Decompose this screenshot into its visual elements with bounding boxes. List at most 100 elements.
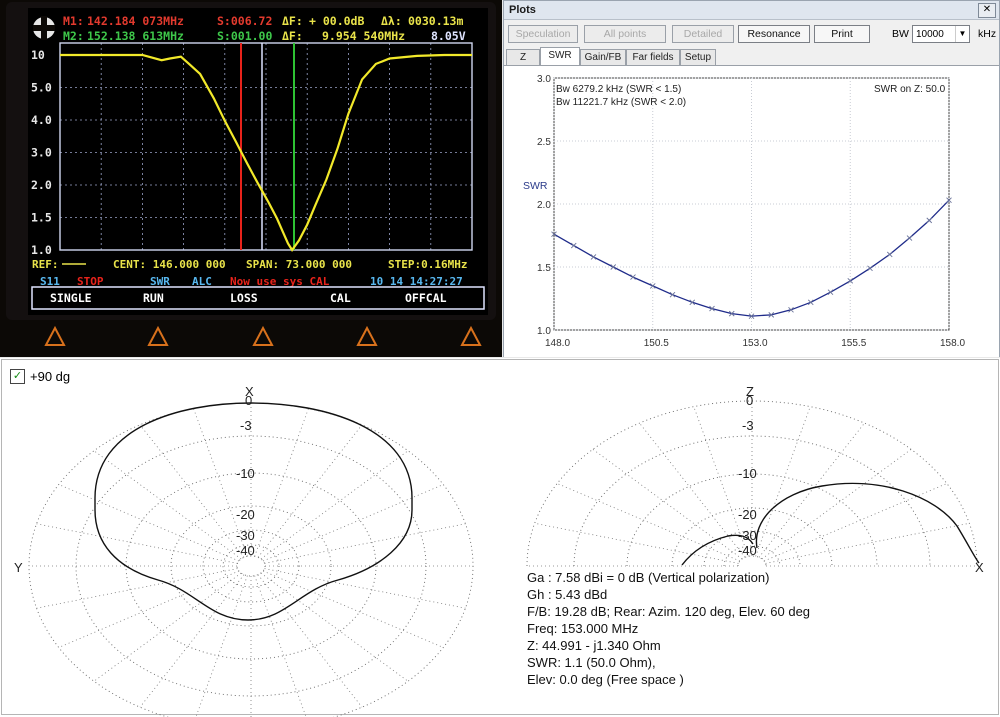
x-tick-label: 153.0 xyxy=(743,338,768,349)
center-frequency: CENT: 146.000 000 xyxy=(113,258,226,271)
swr-data-point xyxy=(649,283,656,289)
y-tick-label: 1.0 xyxy=(31,243,52,257)
polar-spoke xyxy=(58,484,240,562)
tab-far-fields[interactable]: Far fields xyxy=(626,49,680,65)
softkey-loss[interactable]: LOSS xyxy=(230,291,258,305)
m1-swr: S:006.72 xyxy=(217,14,272,28)
bezel-arrows xyxy=(44,325,482,346)
info-swr: SWR: 1.1 (50.0 Ohm), xyxy=(527,655,656,670)
bw-value: 10000 xyxy=(916,29,944,40)
bw-select[interactable]: 10000 ▼ xyxy=(912,25,970,43)
delta-f2-label: ΔF: xyxy=(282,29,303,43)
resonance-button[interactable]: Resonance xyxy=(738,25,810,43)
all-points-button[interactable]: All points xyxy=(584,25,666,43)
softkey-offcal[interactable]: OFFCAL xyxy=(405,291,447,305)
y-tick-label: 2.0 xyxy=(31,178,52,192)
bw-note-2-0: Bw 11221.7 kHz (SWR < 2.0) xyxy=(556,97,686,108)
cal-message: Now use sys CAL xyxy=(230,275,330,288)
polar-spoke xyxy=(592,449,743,560)
swr-plot-area: 148.0 150.5 153.0 155.5 158.0 1.0 1.5 2.0 2.5 3.0… xyxy=(504,65,999,357)
info-gain-dbd: Gh : 5.43 dBd xyxy=(527,587,608,602)
delta-lambda-label: Δλ: xyxy=(381,14,402,28)
softkey-arrow-icon[interactable] xyxy=(44,325,66,346)
swr-data-point xyxy=(886,251,893,258)
softkey-arrow-icon[interactable] xyxy=(252,325,274,346)
polar-spoke xyxy=(758,422,865,558)
polar-spoke xyxy=(254,575,307,717)
ring-label: -30 xyxy=(236,528,255,543)
y-tick-label: 3.0 xyxy=(537,74,551,85)
plots-window: Plots ✕ Speculation All points Detailed … xyxy=(503,0,1000,357)
y-tick-label: 2.0 xyxy=(537,200,551,211)
tab-gain-fb[interactable]: Gain/FB xyxy=(580,49,626,65)
far-field-pattern-panel: ✓ +90 dg X Y 0 -3 -10 -20 -30 -40 Z X 0 … xyxy=(0,358,1000,717)
analyzer-photo: M1: 142.184 073MHz S:006.72 ΔF: + 00.0dB… xyxy=(0,0,502,357)
azimuth-pattern-grid xyxy=(28,402,474,717)
polar-ring xyxy=(125,472,377,660)
ring-label: -20 xyxy=(738,507,757,522)
polar-spoke xyxy=(36,523,238,564)
ring-label: -3 xyxy=(240,418,252,433)
softkey-cal[interactable]: CAL xyxy=(330,291,351,305)
battery-voltage: 8.05V xyxy=(431,29,466,43)
polar-spoke xyxy=(765,522,970,564)
info-impedance: Z: 44.991 - j1.340 Ohm xyxy=(527,638,661,653)
polar-spoke xyxy=(139,424,245,558)
mode-s11: S11 xyxy=(40,275,60,288)
y-tick-label: 4.0 xyxy=(31,113,52,127)
tab-setup[interactable]: Setup xyxy=(680,49,716,65)
chevron-down-icon[interactable]: ▼ xyxy=(955,26,969,42)
swr-data-point xyxy=(630,274,636,280)
softkey-arrow-icon[interactable] xyxy=(356,325,378,346)
polar-spoke xyxy=(260,450,409,560)
polar-spoke xyxy=(257,424,363,558)
softkey-arrow-icon[interactable] xyxy=(460,325,482,346)
alc-mode: ALC xyxy=(192,275,212,288)
close-icon[interactable]: ✕ xyxy=(978,3,996,18)
delta-f-label: ΔF: xyxy=(282,14,303,28)
print-button[interactable]: Print xyxy=(814,25,870,43)
ring-label: -30 xyxy=(738,528,757,543)
m2-label: M2: xyxy=(63,29,84,43)
swr-data-point xyxy=(570,242,577,249)
ring-label: -40 xyxy=(236,543,255,558)
y-tick-label: 1.5 xyxy=(537,263,551,274)
polar-spoke xyxy=(139,574,245,708)
tab-z[interactable]: Z xyxy=(506,49,540,65)
date-time: 10 14 14:27:27 xyxy=(370,275,463,288)
softkey-arrow-icon[interactable] xyxy=(147,325,169,346)
softkey-run[interactable]: RUN xyxy=(143,291,164,305)
x-tick-label: 150.5 xyxy=(644,338,669,349)
ring-label: 0 xyxy=(746,393,753,408)
swr-reference-note: SWR on Z: 50.0 xyxy=(874,84,946,95)
y-tick-label: 5.0 xyxy=(31,81,52,95)
swr-mode: SWR xyxy=(150,275,170,288)
info-frequency: Freq: 153.000 MHz xyxy=(527,621,639,636)
polar-spoke xyxy=(257,574,363,708)
x-tick-label: 158.0 xyxy=(940,338,965,349)
detailed-button[interactable]: Detailed xyxy=(672,25,734,43)
analyzer-grid xyxy=(60,43,472,250)
ref-label: REF: xyxy=(32,258,59,271)
polar-spoke xyxy=(262,484,444,562)
softkey-single[interactable]: SINGLE xyxy=(50,291,92,305)
step-size: STEP:0.16MHz xyxy=(388,258,467,271)
info-elevation: Elev: 0.0 deg (Free space ) xyxy=(527,672,684,687)
m2-swr: S:001.00 xyxy=(217,29,272,43)
speculation-button[interactable]: Speculation xyxy=(508,25,578,43)
polar-spoke xyxy=(556,483,741,562)
polar-spoke xyxy=(264,523,466,564)
polar-spoke xyxy=(260,572,409,682)
tab-swr[interactable]: SWR xyxy=(540,47,580,66)
analyzer-logo xyxy=(33,16,55,40)
ring-label: -10 xyxy=(236,466,255,481)
info-gain-dbi: Ga : 7.58 dBi = 0 dB (Vertical polarizat… xyxy=(527,570,770,585)
bw-note-1-5: Bw 6279.2 kHz (SWR < 1.5) xyxy=(556,84,681,95)
x-tick-label: 148.0 xyxy=(545,338,570,349)
pattern-diagrams: X Y 0 -3 -10 -20 -30 -40 Z X 0 -3 -10 -2… xyxy=(14,384,984,717)
right-axis-right-label: X xyxy=(975,560,984,575)
x-tick-label: 155.5 xyxy=(841,338,866,349)
ring-label: -40 xyxy=(738,543,757,558)
span-frequency: SPAN: 73.000 000 xyxy=(246,258,352,271)
swr-data-point xyxy=(926,217,933,224)
